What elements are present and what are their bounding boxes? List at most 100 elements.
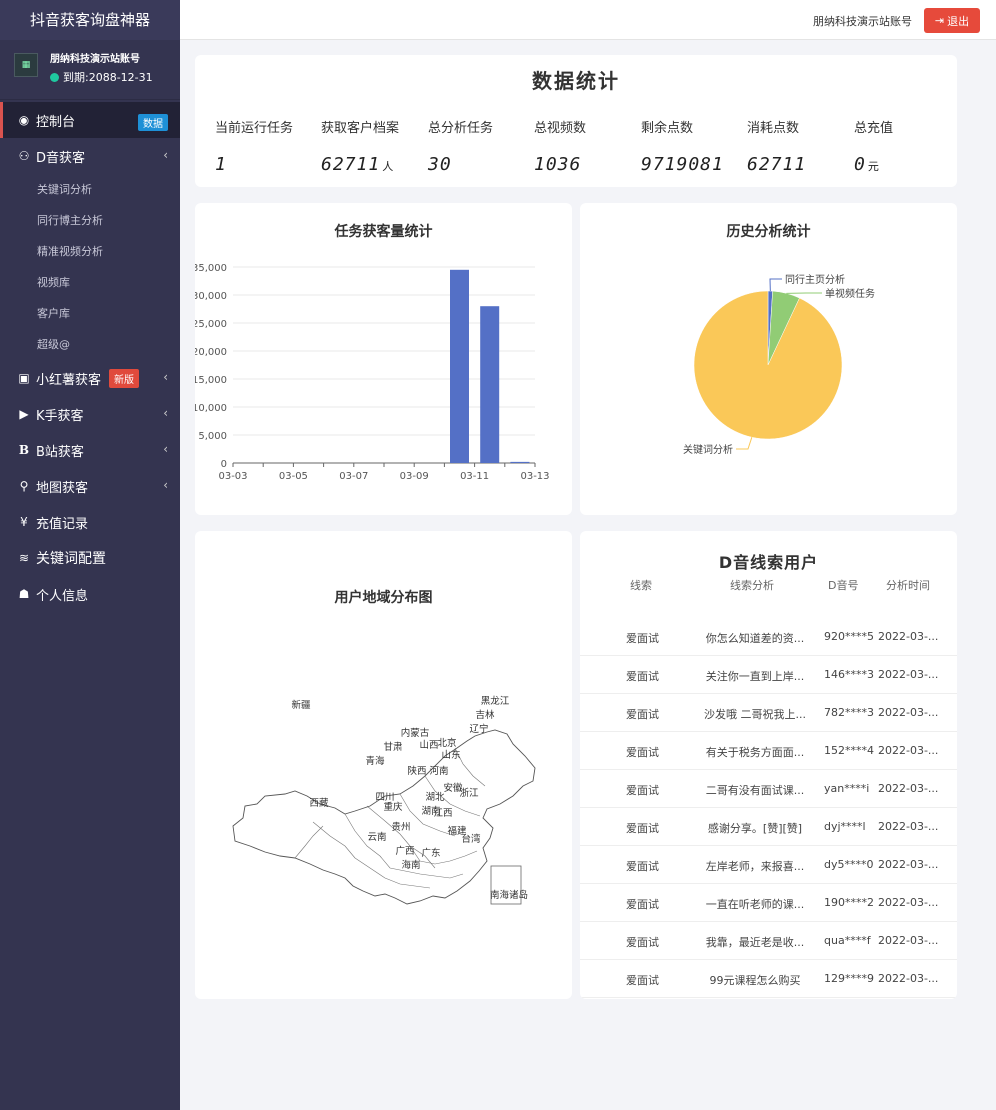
y-tick-label: 20,000 <box>195 347 227 358</box>
submenu-keyword-analysis[interactable]: 关键词分析 <box>0 174 180 205</box>
table-row[interactable]: 爱面试 我靠，最近老是收... qua****f 2022-03-... <box>580 922 957 960</box>
menu-label: K手获客 <box>36 408 84 424</box>
yen-icon: ¥ <box>20 515 28 529</box>
province-label: 内蒙古 <box>401 727 430 739</box>
stat-number: 0 <box>854 154 866 175</box>
stat-label: 消耗点数 <box>747 121 800 136</box>
map-card: 用户地域分布图 新疆 西藏 青海 甘肃 内蒙古 黑龙江 吉林 辽宁 北京 山西 山东 陕西 河南 四川 湖北… <box>195 531 572 999</box>
menu-item-dashboard[interactable]: ◉ 控制台 数据 <box>0 102 180 138</box>
logout-label: 退出 <box>947 14 970 28</box>
douyin-id-cell: 146****3 <box>824 668 874 681</box>
table-row[interactable]: 爱面试 关注你一直到上岸... 146****3 2022-03-... <box>580 656 957 694</box>
analysis-cell: 二哥有没有面试课... <box>705 784 805 797</box>
submenu-super-at[interactable]: 超级@ <box>0 329 180 360</box>
douyin-id-cell: 190****2 <box>824 896 874 909</box>
province-label: 山西 <box>419 740 438 751</box>
bar-chart-card: 任务获客量统计 0 5,000 10,000 15,000 20,000 25,000 30… <box>195 203 572 515</box>
user-name: 朋纳科技演示站账号 <box>50 54 140 65</box>
douyin-id-cell: dyj****l <box>824 820 866 833</box>
stat-label: 剩余点数 <box>641 121 694 136</box>
menu-label: 地图获客 <box>36 480 89 496</box>
menu-item-map[interactable]: ⚲ 地图获客 ‹ <box>0 468 180 504</box>
table-row[interactable]: 爱面试 感谢分享。[赞][赞] dyj****l 2022-03-... <box>580 808 957 846</box>
header-analysis-time: 分析时间 <box>886 579 930 592</box>
province-label: 广西 <box>395 845 414 857</box>
submenu-video-library[interactable]: 视频库 <box>0 267 180 298</box>
lead-cell: 爱面试 <box>626 784 659 797</box>
header-lead: 线索 <box>630 579 652 592</box>
province-label: 河南 <box>429 765 448 777</box>
menu-item-profile[interactable]: ☗ 个人信息 <box>0 576 180 612</box>
logout-button[interactable]: ⇥ 退出 <box>924 8 980 33</box>
table-row[interactable]: 爱面试 有关于税务方面面... 152****4 2022-03-... <box>580 732 957 770</box>
table-row[interactable]: 爱面试 99元课程怎么购买 129****9 2022-03-... <box>580 960 957 998</box>
x-tick-label: 03-13 <box>520 471 549 482</box>
header-douyin-id: D音号 <box>828 579 859 592</box>
stat-number: 62711 <box>747 154 807 175</box>
time-cell: 2022-03-... <box>878 934 939 947</box>
table-row[interactable]: 爱面试 二哥有没有面试课... yan****i 2022-03-... <box>580 770 957 808</box>
douyin-id-cell: 129****9 <box>824 972 874 985</box>
stat-number: 30 <box>428 154 452 175</box>
pie-label: 关键词分析 <box>683 443 733 456</box>
stat-item: 总视频数 1036 <box>534 117 634 175</box>
province-label: 云南 <box>367 831 386 843</box>
table-row[interactable]: 爱面试 沙发哦 二哥祝我上... 782****3 2022-03-... <box>580 694 957 732</box>
douyin-id-cell: 782****3 <box>824 706 874 719</box>
analysis-cell: 左岸老师，来报喜... <box>705 860 805 873</box>
table-row[interactable]: 爱面试 你怎么知道差的资... 920****5 2022-03-... <box>580 618 957 656</box>
stat-value: 62711 人 <box>321 154 421 175</box>
dashboard-icon: ◉ <box>18 113 30 127</box>
menu-item-recharge[interactable]: ¥ 充值记录 <box>0 504 180 540</box>
y-tick-label: 10,000 <box>195 403 227 414</box>
province-label: 贵州 <box>391 821 410 833</box>
sidebar: 抖音获客询盘神器 ▦ 朋纳科技演示站账号 到期:2088-12-31 ◉ 控制台… <box>0 0 180 1110</box>
leads-title: D音线索用户 <box>718 553 819 572</box>
stat-unit: 元 <box>867 160 880 173</box>
province-label: 甘肃 <box>383 741 402 753</box>
chevron-left-icon: ‹ <box>163 442 168 456</box>
stat-item: 获取客户档案 62711 人 <box>321 117 421 175</box>
stat-value: 30 <box>428 154 528 175</box>
lead-cell: 爱面试 <box>626 898 659 911</box>
logout-icon: ⇥ <box>934 14 945 27</box>
online-dot-icon <box>50 72 59 82</box>
province-label: 吉林 <box>475 709 495 721</box>
x-tick-label: 03-03 <box>218 471 247 482</box>
menu-label: 充值记录 <box>36 516 89 532</box>
y-tick-label: 30,000 <box>195 291 227 302</box>
pie-leader-line <box>769 278 782 292</box>
menu-item-keyword-config[interactable]: ≋ 关键词配置 <box>0 540 180 576</box>
bar <box>510 461 530 463</box>
analysis-cell: 有关于税务方面面... <box>705 746 805 759</box>
stat-item: 当前运行任务 1 <box>215 117 315 175</box>
douyin-id-cell: yan****i <box>824 782 870 795</box>
bar <box>480 306 500 463</box>
menu-label: D音获客 <box>36 150 86 166</box>
menu-item-bilibili[interactable]: B B站获客 ‹ <box>0 432 180 468</box>
y-tick-label: 25,000 <box>195 319 227 330</box>
x-tick-label: 03-07 <box>339 471 368 482</box>
stat-item: 总充值 0 元 <box>854 117 954 175</box>
province-label: 新疆 <box>291 699 311 711</box>
menu-item-douyin[interactable]: ⚇ D音获客 ‹ <box>0 138 180 174</box>
time-cell: 2022-03-... <box>878 668 939 681</box>
stat-item: 总分析任务 30 <box>428 117 528 175</box>
stat-value: 1 <box>215 154 315 175</box>
analysis-cell: 我靠，最近老是收... <box>705 936 805 949</box>
time-cell: 2022-03-... <box>878 820 939 833</box>
table-row[interactable]: 爱面试 左岸老师，来报喜... dy5****0 2022-03-... <box>580 846 957 884</box>
stat-item: 消耗点数 62711 <box>747 117 847 175</box>
submenu-peer-blogger[interactable]: 同行博主分析 <box>0 205 180 236</box>
submenu-customer-library[interactable]: 客户库 <box>0 298 180 329</box>
douyin-id-cell: 152****4 <box>824 744 874 757</box>
time-cell: 2022-03-... <box>878 782 939 795</box>
douyin-id-cell: qua****f <box>824 934 871 947</box>
table-row[interactable]: 爱面试 一直在听老师的课... 190****2 2022-03-... <box>580 884 957 922</box>
province-label: 北京 <box>437 737 456 749</box>
menu-item-kuaishou[interactable]: ▶ K手获客 ‹ <box>0 396 180 432</box>
stat-label: 当前运行任务 <box>215 121 294 136</box>
app-brand: 抖音获客询盘神器 <box>0 0 180 40</box>
submenu-precise-video[interactable]: 精准视频分析 <box>0 236 180 267</box>
menu-item-xiaohongshu[interactable]: ▣ 小红薯获客 新版 ‹ <box>0 360 180 396</box>
